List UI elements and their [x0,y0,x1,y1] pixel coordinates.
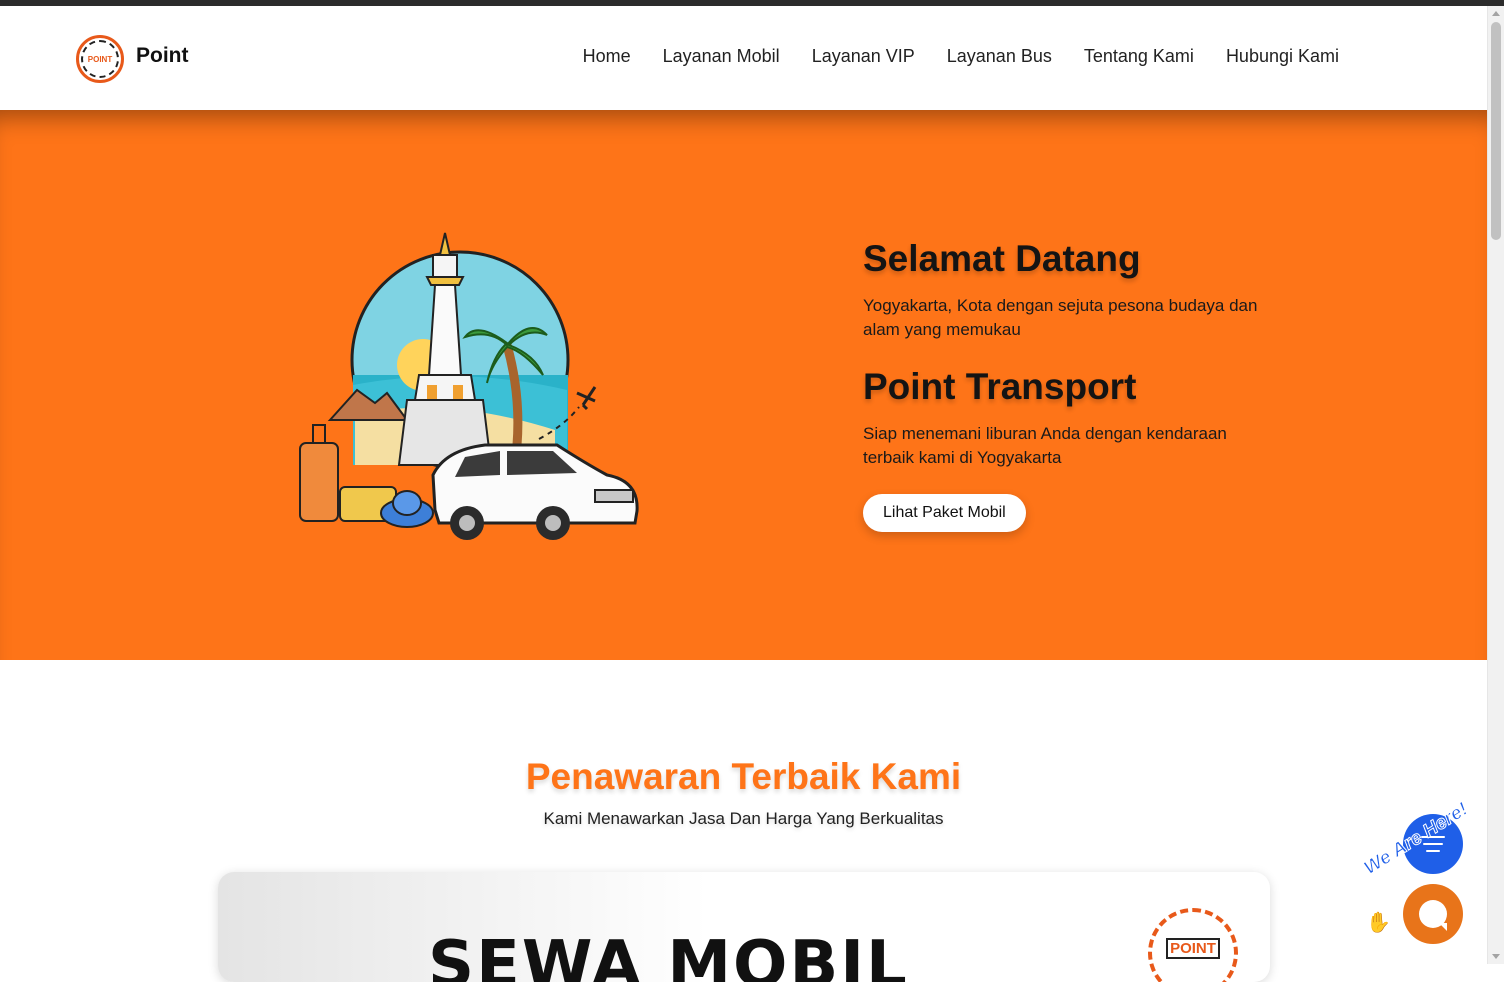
page-scrollbar[interactable] [1487,6,1504,964]
hero-text-block: Selamat Datang Yogyakarta, Kota dengan s… [863,238,1263,532]
offer-card-headline: SEWA MOBIL [428,928,909,982]
hero-section: Selamat Datang Yogyakarta, Kota dengan s… [0,110,1487,660]
brand-logo-text: POINT [81,40,119,78]
nav-home[interactable]: Home [583,46,631,67]
nav-layanan-mobil[interactable]: Layanan Mobil [663,46,780,67]
hero-desc-service: Siap menemani liburan Anda dengan kendar… [863,424,1227,467]
hero-desc-city: Yogyakarta, Kota dengan sejuta pesona bu… [863,296,1258,339]
nav-layanan-vip[interactable]: Layanan VIP [812,46,915,67]
site-header: POINT Point Home Layanan Mobil Layanan V… [0,6,1487,110]
offer-card-logo: POINT [1148,908,1238,982]
yogyakarta-travel-illustration [299,232,639,540]
offer-card-logo-text: POINT [1166,938,1220,959]
nav-layanan-bus[interactable]: Layanan Bus [947,46,1052,67]
chat-bubble-icon [1419,900,1447,931]
hero-title-welcome: Selamat Datang [863,238,1141,279]
scrollbar-thumb[interactable] [1491,22,1501,240]
brand-logo[interactable]: POINT [76,35,124,83]
nav-hubungi-kami[interactable]: Hubungi Kami [1226,46,1339,67]
offer-section-title: Penawaran Terbaik Kami [525,756,962,797]
view-car-packages-button[interactable]: Lihat Paket Mobil [863,494,1026,532]
brand-name[interactable]: Point [136,44,189,68]
scroll-down-arrow-icon[interactable] [1492,954,1500,959]
hero-title-brand: Point Transport [863,366,1137,407]
main-nav: Home Layanan Mobil Layanan VIP Layanan B… [583,46,1339,67]
offer-card[interactable]: SEWA MOBIL POINT [218,872,1270,982]
menu-icon [1426,850,1440,852]
offer-section-subtitle: Kami Menawarkan Jasa Dan Harga Yang Berk… [543,809,944,828]
waving-hand-icon: ✋ [1366,912,1391,934]
scroll-up-arrow-icon[interactable] [1492,11,1500,16]
nav-tentang-kami[interactable]: Tentang Kami [1084,46,1194,67]
chat-widget-button[interactable] [1403,884,1463,944]
